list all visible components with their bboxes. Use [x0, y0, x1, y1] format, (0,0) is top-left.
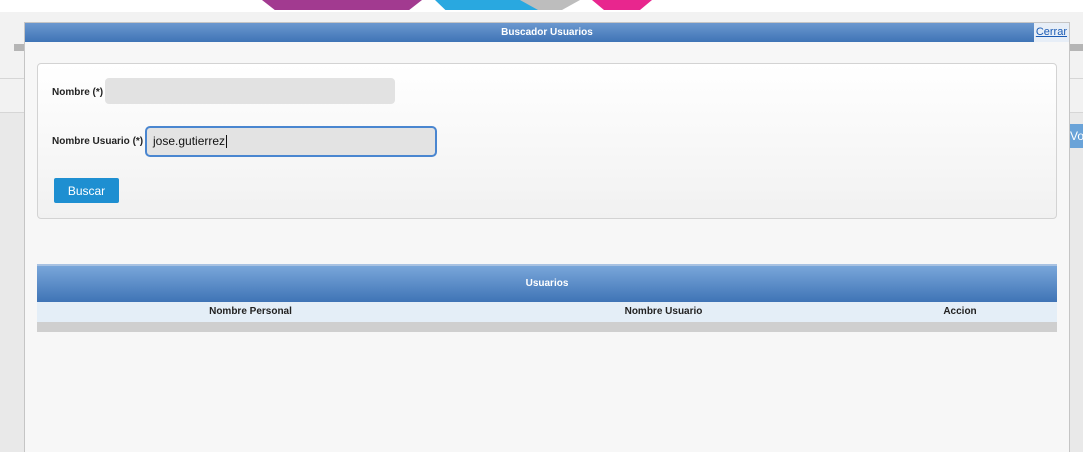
logo-shape-purple [262, 0, 422, 10]
nombre-usuario-value: jose.gutierrez [153, 134, 226, 148]
buscar-button[interactable]: Buscar [54, 178, 119, 203]
nombre-usuario-input[interactable]: jose.gutierrez [145, 126, 437, 157]
text-caret [226, 135, 228, 149]
nombre-input[interactable] [105, 78, 395, 104]
search-form-panel: Nombre (*) Nombre Usuario (*) jose.gutie… [37, 63, 1057, 219]
modal-header: Buscador Usuarios Cerrar [25, 23, 1069, 42]
results-table-header: Nombre Personal Nombre Usuario Accion [37, 302, 1057, 322]
results-table: Usuarios Nombre Personal Nombre Usuario … [37, 264, 1057, 332]
column-accion[interactable]: Accion [863, 302, 1057, 322]
modal-title: Buscador Usuarios [501, 27, 593, 38]
nombre-label: Nombre (*) [52, 87, 104, 98]
column-nombre-personal[interactable]: Nombre Personal [37, 302, 464, 322]
nombre-usuario-label: Nombre Usuario (*) [52, 136, 144, 147]
results-table-footer [37, 322, 1057, 332]
column-nombre-usuario[interactable]: Nombre Usuario [464, 302, 863, 322]
close-link[interactable]: Cerrar [1033, 23, 1069, 42]
user-search-modal: Buscador Usuarios Cerrar Nombre (*) Nomb… [24, 22, 1070, 452]
background-tab-right [1069, 44, 1083, 51]
results-table-title: Usuarios [37, 264, 1057, 302]
